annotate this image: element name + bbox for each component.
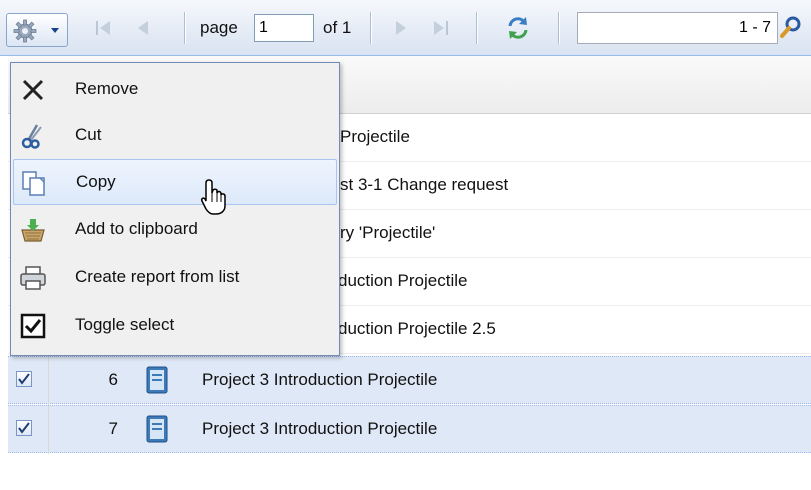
row-checkbox[interactable] [16,371,32,387]
document-icon [146,415,168,443]
toolbar-separator [476,12,478,44]
row-title: Project 3 Introduction Projectile [202,370,438,389]
menu-item-cut[interactable]: Cut [13,113,337,159]
menu-item-label: Remove [75,79,139,98]
row-checkbox[interactable] [16,420,32,436]
document-icon [146,366,168,394]
menu-item-label: Create report from list [75,267,240,286]
toolbar-separator [370,12,372,44]
search-input[interactable] [577,12,778,44]
menu-item-label: Add to clipboard [75,219,198,238]
column-divider [48,406,49,454]
printer-icon [20,266,46,290]
row-title: Project 3 Introduction Projectile [202,419,438,438]
menu-item-copy[interactable]: Copy [13,159,337,205]
toolbar-separator [184,12,186,44]
gear-icon [13,19,37,43]
chevron-down-icon [51,28,59,33]
close-icon [22,79,44,101]
checkmark-icon [18,422,30,434]
scissors-icon [21,124,42,149]
hand-cursor-icon [201,179,226,215]
row-title: st 3-1 Change request [340,175,509,194]
menu-item-remove[interactable]: Remove [13,67,337,113]
column-divider [48,357,49,405]
row-number: 7 [108,419,118,438]
actions-context-menu: Remove Cut Copy Add to clipboard Create … [10,62,340,356]
menu-item-label: Cut [75,125,102,144]
table-row[interactable]: 7 Project 3 Introduction Projectile [8,405,811,454]
page-count-label: of 1 [323,18,352,37]
row-title: ry 'Projectile' [340,223,436,242]
row-title: duction Projectile 2.5 [338,319,496,338]
actions-menu-button[interactable] [6,13,68,47]
page-label: page [200,18,238,37]
page-number-input[interactable] [254,14,314,42]
menu-item-toggle-select[interactable]: Toggle select [13,303,337,349]
last-page-icon[interactable] [428,17,452,39]
first-page-icon[interactable] [92,17,116,39]
clipboard-basket-icon [21,219,45,242]
checkbox-icon [20,313,46,339]
menu-item-label: Copy [76,172,116,191]
paging-toolbar: page of 1 [0,0,811,56]
table-row[interactable]: 6 Project 3 Introduction Projectile [8,356,811,405]
row-number: 6 [108,370,118,389]
row-title: duction Projectile [338,271,468,290]
previous-page-icon[interactable] [132,17,156,39]
refresh-icon[interactable] [504,14,532,42]
menu-item-label: Toggle select [75,315,175,334]
checkmark-icon [18,373,30,385]
menu-item-add-to-clipboard[interactable]: Add to clipboard [13,207,337,253]
search-icon[interactable] [778,14,804,40]
toolbar-separator [558,12,560,44]
next-page-icon[interactable] [388,17,412,39]
menu-item-create-report[interactable]: Create report from list [13,255,337,301]
copy-icon [22,171,45,196]
row-title: Projectile [340,127,410,146]
